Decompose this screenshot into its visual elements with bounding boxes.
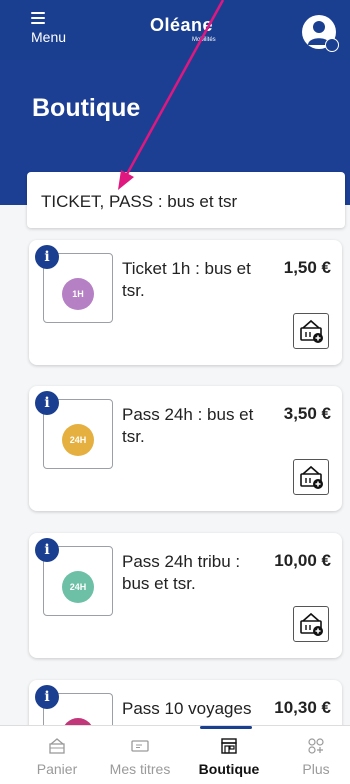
product-card-pass-24h[interactable]: 24H i Pass 24h : bus et tsr. 3,50 € [29,386,342,511]
tab-label: Panier [36,761,78,777]
tab-label: Mes titres [109,761,171,777]
ticket-icon [131,740,149,752]
info-icon[interactable]: i [35,685,59,709]
menu-button[interactable]: Menu [18,10,78,54]
product-card-ticket-1h[interactable]: 1H i Ticket 1h : bus et tsr. 1,50 € [29,240,342,365]
tab-plus[interactable]: Plus [272,726,350,784]
tab-mes-titres[interactable]: Mes titres [96,726,184,784]
page-title: Boutique [32,94,141,122]
add-to-cart-button[interactable] [293,313,329,349]
product-name: Ticket 1h : bus et tsr. [122,259,251,300]
product-price: 10,00 € [274,551,331,570]
product-name: Pass 24h tribu : bus et tsr. [122,552,241,593]
category-filter-label: TICKET, PASS : bus et tsr [41,192,238,211]
crown-badge-icon [325,38,339,52]
info-icon[interactable]: i [35,538,59,562]
basket-add-icon [300,612,323,636]
basket-add-icon [300,319,323,343]
product-price: 1,50 € [283,258,331,277]
tab-boutique[interactable]: Boutique [185,726,273,784]
basket-icon [49,738,65,754]
hamburger-icon [31,12,45,24]
product-card-pass-24h-tribu[interactable]: 24H i Pass 24h tribu : bus et tsr. 10,00… [29,533,342,658]
brand-logo: Oléane Mobilités [150,15,230,47]
basket-add-icon [300,465,323,489]
add-to-cart-button[interactable] [293,606,329,642]
bottom-tab-bar: Panier Mes titres Boutique Plus [0,725,350,784]
tab-label: Boutique [198,761,260,777]
product-name: Pass 24h : bus et tsr. [122,405,254,446]
add-to-cart-button[interactable] [293,459,329,495]
tab-label: Plus [302,761,330,777]
logo-text: Oléane [150,15,214,35]
product-price: 3,50 € [283,404,331,423]
logo-subtext: Mobilités [192,37,216,43]
menu-label: Menu [31,29,67,45]
product-price: 10,30 € [274,698,331,717]
shop-icon [221,738,237,754]
top-bar: Menu Oléane Mobilités [0,0,350,60]
product-badge: 1H [62,278,94,310]
more-icon [308,738,324,754]
category-filter[interactable]: TICKET, PASS : bus et tsr [27,172,345,228]
info-icon[interactable]: i [35,391,59,415]
info-icon[interactable]: i [35,245,59,269]
tab-panier[interactable]: Panier [13,726,101,784]
product-badge: 24H [62,571,94,603]
product-badge: 24H [62,424,94,456]
